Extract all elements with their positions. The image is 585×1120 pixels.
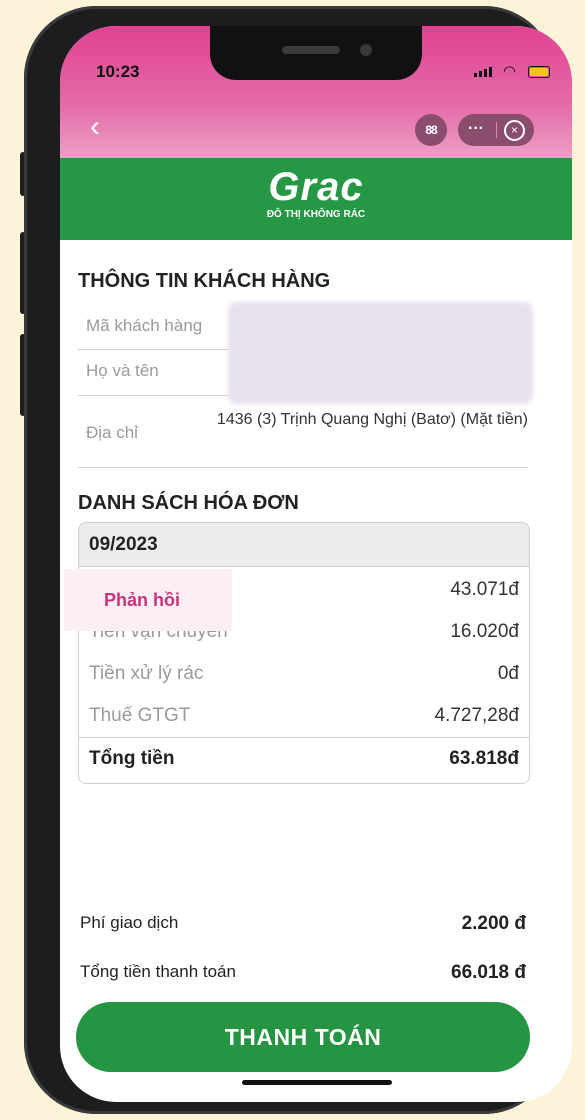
grac-logo: Grac (268, 165, 364, 209)
feedback-button[interactable]: Phản hồi (64, 569, 232, 631)
back-button[interactable]: ‹ (90, 112, 100, 142)
transaction-fee-row: Phí giao dịch 2.200 đ (80, 913, 526, 934)
invoice-total-value: 63.818đ (449, 748, 519, 769)
invoice-total-label: Tổng tiền (89, 748, 175, 769)
qr-scan-button[interactable]: 88 (415, 114, 447, 146)
phone-screen: 10:23 ◠ ‹ 88 ··· × Grac ĐÔ THỊ KHÔNG RÁC… (60, 26, 572, 1102)
invoice-list-title: DANH SÁCH HÓA ĐƠN (78, 492, 299, 514)
pay-button[interactable]: THANH TOÁN (76, 1002, 530, 1072)
customer-name-label: Họ và tên (86, 361, 159, 380)
signal-icon (474, 67, 492, 77)
invoice-row-value: 16.020đ (450, 621, 519, 642)
customer-address-row: Địa chỉ 1436 (3) Trịnh Quang Nghị (Batơ)… (78, 395, 528, 468)
close-icon[interactable]: × (504, 120, 525, 141)
camera (360, 44, 372, 56)
invoice-row-value: 43.071đ (450, 579, 519, 600)
logo-tagline: ĐÔ THỊ KHÔNG RÁC (266, 209, 366, 220)
customer-address-label: Địa chỉ (86, 423, 138, 442)
status-time: 10:23 (96, 62, 140, 81)
miniapp-capsule: ··· × (458, 114, 534, 146)
invoice-card[interactable]: 09/2023 43.071đ Tiền vận chuyển 16.020đ … (78, 522, 530, 784)
invoice-row-value: 0đ (497, 663, 519, 684)
phone-frame: 10:23 ◠ ‹ 88 ··· × Grac ĐÔ THỊ KHÔNG RÁC… (24, 6, 572, 1114)
redacted-overlay (228, 302, 533, 404)
speaker (282, 46, 340, 54)
more-button[interactable]: ··· (468, 114, 484, 144)
customer-code-label: Mã khách hàng (86, 316, 203, 335)
payment-total-label: Tổng tiền thanh toán (80, 962, 236, 981)
capsule-divider (496, 122, 497, 138)
invoice-row-label: Tiền xử lý rác (89, 663, 204, 684)
customer-address-value: 1436 (3) Trịnh Quang Nghị (Batơ) (Mặt ti… (216, 411, 528, 428)
transaction-fee-value: 2.200 đ (461, 913, 526, 934)
notch (210, 26, 422, 80)
battery-icon (528, 66, 550, 78)
invoice-period: 09/2023 (79, 523, 529, 567)
invoice-row-label: Thuế GTGT (89, 705, 191, 726)
customer-info-title: THÔNG TIN KHÁCH HÀNG (78, 270, 331, 292)
invoice-total-row: Tổng tiền 63.818đ (79, 737, 529, 783)
payment-total-row: Tổng tiền thanh toán 66.018 đ (80, 962, 526, 983)
app-header: Grac ĐÔ THỊ KHÔNG RÁC (60, 158, 572, 240)
transaction-fee-label: Phí giao dịch (80, 913, 179, 932)
invoice-row-value: 4.727,28đ (434, 705, 519, 726)
payment-total-value: 66.018 đ (451, 962, 526, 983)
wifi-icon: ◠ (502, 63, 516, 80)
home-indicator (242, 1080, 392, 1085)
